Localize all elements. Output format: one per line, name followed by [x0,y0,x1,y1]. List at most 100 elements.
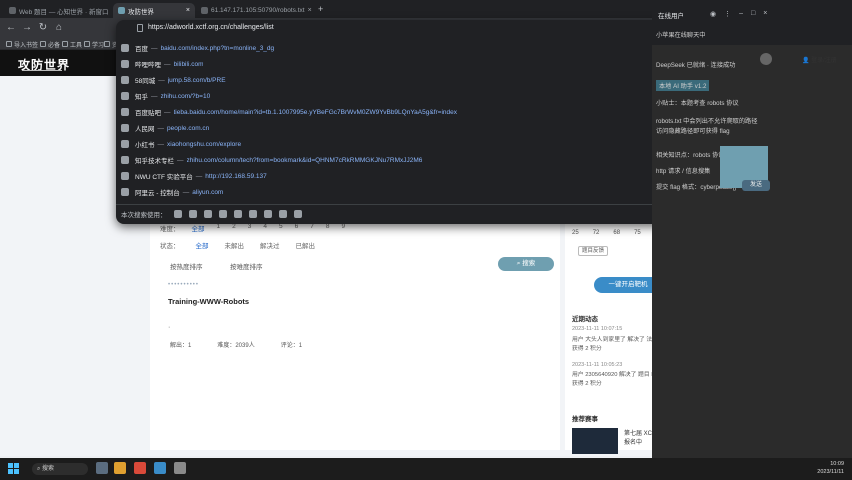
search-engine-icon[interactable] [248,209,257,218]
tab-adworld[interactable]: 攻防世界 × [113,3,195,18]
send-button[interactable]: 发送 [742,180,770,191]
suggestion-item[interactable]: 小红书 — xiaohongshu.com/explore [116,136,720,152]
suggestion-item[interactable]: 58同城 — jump.58.com/b/PRE [116,72,720,88]
tab-favicon-icon [9,7,16,14]
menu-icon[interactable]: ⋮ [724,10,731,18]
search-button[interactable]: ⌕ 搜索 [498,257,554,271]
minimize-icon[interactable]: – [739,10,743,18]
close-icon[interactable]: × [763,10,767,18]
suggestion-item[interactable]: 知乎技术专栏 — zhihu.com/column/tech?from=bookma… [116,152,720,168]
login-link[interactable]: 👤 登录/注册 [802,55,837,64]
suggestion-url: zhihu.com/?b=10 [160,92,211,100]
address-bar[interactable]: https://adworld.xctf.org.cn/challenges/l… [116,20,720,38]
filter-option[interactable]: 3 [248,223,252,233]
back-icon[interactable]: ← [6,22,16,34]
news-time: 2023-11-11 10:07:15 [572,326,623,332]
filter-option[interactable]: 解决过 [260,240,280,250]
search-engine-icon[interactable] [233,209,242,218]
filter-option[interactable]: 9 [342,223,346,233]
app-icon[interactable] [154,462,166,474]
maximize-icon[interactable]: □ [751,10,755,18]
suggestion-item[interactable]: 百度贴吧 — tieba.baidu.com/home/main?id=tb.1.1… [116,104,720,120]
folder-icon [40,41,46,47]
filter-option[interactable]: 全部 [192,223,205,233]
file-explorer-icon[interactable] [114,462,126,474]
suggestion-item[interactable]: 百度 — baidu.com/index.php?tn=monline_3_dg [116,40,720,56]
bookmark-item[interactable]: 导入书签 [6,39,38,49]
suggestion-separator: — [157,124,165,132]
bookmark-item[interactable]: 工具 [62,39,82,49]
search-engine-icon[interactable] [263,209,272,218]
filter-option[interactable]: 6 [295,223,299,233]
reload-icon[interactable]: ↻ [38,22,48,34]
suggestion-item[interactable]: 人民网 — people.com.cn [116,120,720,136]
stat-solved: 解出：1 [170,343,192,349]
url-text[interactable]: https://adworld.xctf.org.cn/challenges/l… [148,24,274,31]
suggestion-item[interactable]: 知乎 — zhihu.com/?b=10 [116,88,720,104]
new-tab-icon[interactable]: + [318,4,323,14]
profile-icon[interactable]: ◉ [710,10,716,18]
search-engine-icon[interactable] [218,209,227,218]
bookmark-item[interactable]: 学习 [84,39,104,49]
search-label: 搜索 [42,466,55,472]
search-engine-icon[interactable] [203,209,212,218]
filter-option[interactable]: 7 [310,223,314,233]
tray-date[interactable]: 2023/11/11 [796,469,844,475]
filter-option[interactable]: 全部 [196,240,209,250]
suggestion-url: xiaohongshu.com/explore [167,140,242,148]
suggestion-separator: — [157,140,165,148]
filter-option[interactable]: 已解出 [296,240,316,250]
site-favicon-icon [121,172,129,180]
close-tab-icon[interactable]: × [111,7,112,14]
start-icon[interactable] [8,463,19,474]
suggestion-url: http://192.168.59.137 [205,172,267,180]
suggestion-separator: — [158,76,165,84]
bookmark-label: 学习 [92,42,105,49]
suggestion-item[interactable]: 哔哩哔哩 — bilibili.com [116,56,720,72]
suggestion-url: bilibili.com [173,60,204,68]
filter-option[interactable]: 未解出 [225,240,245,250]
suggestion-item[interactable]: NWU CTF 实验平台 — http://192.168.59.137 [116,168,720,184]
avatar[interactable] [760,53,772,65]
tray-time[interactable]: 10:09 [796,461,844,467]
challenge-title[interactable]: Training-WWW-Robots [168,297,249,306]
filter-option[interactable]: 5 [279,223,283,233]
search-engine-icon[interactable] [188,209,197,218]
sort-by-difficulty[interactable]: 按难度排序 [230,261,263,271]
close-tab-icon[interactable]: × [186,7,190,14]
score-value: 72 [592,230,600,236]
suggestion-separator: — [164,108,171,116]
sort-by-popularity[interactable]: 按热度排序 [170,261,203,271]
suggestion-title: NWU CTF 实验平台 [135,174,193,181]
taskbar-search[interactable]: ⌕ 搜索 [32,463,88,475]
suggestion-title: 哔哩哔哩 [135,62,161,69]
panel-line: DeepSeek 已就绪 · 连接成功 [656,62,736,69]
search-engine-icon[interactable] [173,209,182,218]
app-icon[interactable] [174,462,186,474]
search-engine-icon[interactable] [278,209,287,218]
close-tab-icon[interactable]: × [308,7,312,14]
browser-icon[interactable] [134,462,146,474]
filter-option[interactable]: 4 [263,223,267,233]
suggestion-item[interactable]: 阿里云 - 控制台 — aliyun.com [116,184,720,200]
site-favicon-icon [121,76,129,84]
folder-icon [104,41,110,47]
task-view-icon[interactable] [96,462,108,474]
filter-option[interactable]: 1 [217,223,221,233]
user-icon: 👤 [802,58,812,64]
filter-option[interactable]: 8 [326,223,330,233]
status-filter: 状态： 全部 未解出 解决过 已解出 [160,240,315,250]
filter-option[interactable]: 2 [232,223,236,233]
panel-line: 相关知识点：robots 协议 [656,152,725,159]
score-value: 75 [634,230,641,236]
recommend-thumbnail[interactable] [572,428,618,454]
tab-web-challenges[interactable]: Web 题目 — 心知世界 · 新窗口 × [4,3,112,18]
home-icon[interactable]: ⌂ [54,22,64,34]
panel-title: 在线用户 [658,13,684,20]
report-button[interactable]: 题目反馈 [578,246,608,256]
forward-icon[interactable]: → [22,22,32,34]
tab-robots[interactable]: 61.147.171.105:50790/robots.txt × [196,3,314,18]
suggestion-url: baidu.com/index.php?tn=monline_3_dg [160,44,275,52]
search-engine-icon[interactable] [293,209,302,218]
bookmark-item[interactable]: 必备 [40,39,60,49]
